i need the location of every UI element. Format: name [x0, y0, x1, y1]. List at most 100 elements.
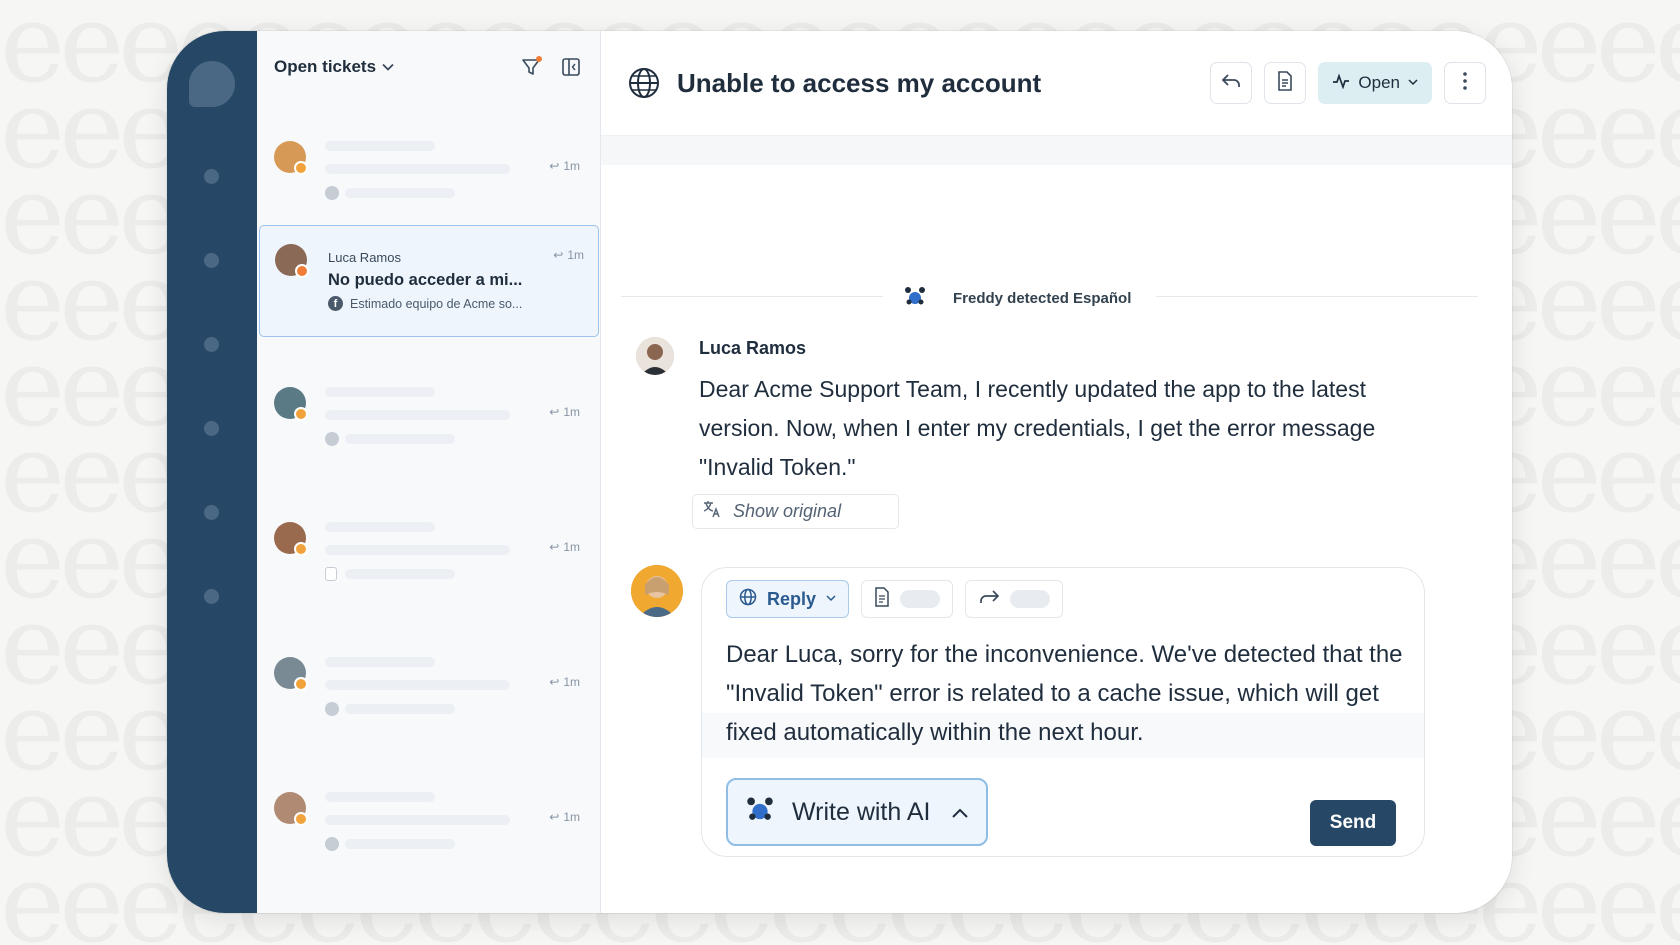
ticket-list-item[interactable]: ↩ 1m — [257, 629, 600, 741]
tab-label-placeholder — [1010, 590, 1051, 608]
globe-icon — [627, 66, 661, 100]
more-vertical-icon — [1462, 71, 1468, 96]
facebook-icon: f — [328, 296, 343, 311]
ticket-list-item[interactable]: ↩ 1m — [257, 764, 600, 876]
skeleton-line — [345, 434, 455, 444]
status-badge — [295, 264, 309, 278]
show-original-label: Show original — [733, 501, 842, 521]
agent-avatar — [631, 565, 683, 617]
filter-active-dot — [536, 56, 542, 62]
status-badge — [294, 161, 308, 175]
freddy-ai-icon — [746, 796, 774, 829]
ticket-time: ↩ 1m — [549, 405, 580, 419]
status-dropdown[interactable]: Open — [1318, 62, 1432, 104]
reply-composer: Reply Dear Luca, sorry for the inconveni… — [701, 567, 1425, 857]
status-label: Open — [1358, 73, 1400, 92]
write-with-ai-label: Write with AI — [792, 797, 931, 826]
reply-arrow-icon: ↩ — [549, 159, 560, 173]
facebook-icon — [325, 186, 339, 200]
ticket-time: ↩ 1m — [553, 248, 584, 262]
facebook-icon — [325, 837, 339, 851]
skeleton-line — [325, 680, 510, 690]
status-badge — [294, 812, 308, 826]
customer-avatar — [636, 337, 674, 375]
message-body: Dear Acme Support Team, I recently updat… — [699, 376, 1376, 480]
app-window: Open tickets ↩ 1m Luca Ramos No puedo ac… — [167, 31, 1512, 913]
skeleton-line — [325, 410, 510, 420]
reply-arrow-icon: ↩ — [549, 675, 560, 689]
forward-icon — [978, 589, 1000, 610]
tab-label-placeholder — [900, 590, 941, 608]
add-note-tab[interactable] — [861, 580, 954, 618]
nav-item[interactable] — [204, 589, 219, 604]
language-detection-divider: Freddy detected Español — [621, 286, 1478, 307]
ticket-list-item[interactable]: ↩ 1m — [257, 359, 600, 471]
ticket-subject: No puedo acceder a mi... — [328, 271, 523, 289]
chevron-down-icon — [826, 593, 836, 605]
notes-button[interactable] — [1264, 62, 1307, 104]
ticket-preview: f Estimado equipo de Acme so... — [328, 296, 522, 311]
divider-line — [621, 296, 883, 297]
skeleton-line — [345, 569, 455, 579]
reply-button[interactable] — [1210, 62, 1253, 104]
chevron-up-icon — [952, 802, 968, 823]
sidebar-toggle-icon[interactable] — [560, 56, 582, 78]
reply-mode-label: Reply — [767, 588, 817, 609]
skeleton-line — [325, 387, 435, 397]
divider-line — [1156, 296, 1478, 297]
ticket-list-header: Open tickets — [257, 31, 600, 103]
more-options-button[interactable] — [1444, 62, 1486, 104]
message-sender: Luca Ramos — [699, 338, 807, 358]
forward-tab[interactable] — [965, 580, 1064, 618]
web-icon — [325, 702, 339, 716]
reply-arrow-icon: ↩ — [549, 405, 560, 419]
ticket-time: ↩ 1m — [549, 675, 580, 689]
ticket-preview-text: Estimado equipo de Acme so... — [350, 296, 523, 311]
filter-icon[interactable] — [520, 56, 542, 78]
chevron-down-icon — [1408, 77, 1418, 89]
ticket-time: ↩ 1m — [549, 540, 580, 554]
nav-item[interactable] — [204, 337, 219, 352]
skeleton-line — [325, 545, 510, 555]
app-logo[interactable] — [189, 61, 235, 107]
globe-icon — [739, 588, 757, 611]
skeleton-line — [325, 164, 510, 174]
chat-icon — [325, 432, 339, 446]
skeleton-line — [325, 522, 435, 532]
header-divider — [601, 135, 1512, 165]
ticket-list: Open tickets ↩ 1m Luca Ramos No puedo ac… — [257, 31, 601, 913]
show-original-button[interactable]: Show original — [692, 494, 899, 529]
ticket-view-selector[interactable]: Open tickets — [274, 57, 394, 77]
nav-item[interactable] — [204, 169, 219, 184]
mobile-icon — [325, 567, 337, 581]
status-badge — [294, 407, 308, 421]
status-badge — [294, 677, 308, 691]
ticket-list-item[interactable]: ↩ 1m — [257, 111, 600, 223]
nav-item[interactable] — [204, 505, 219, 520]
nav-rail — [167, 31, 257, 913]
ticket-time: ↩ 1m — [549, 159, 580, 173]
skeleton-line — [325, 657, 435, 667]
reply-text-editor[interactable]: Dear Luca, sorry for the inconvenience. … — [726, 635, 1426, 752]
reply-arrow-icon: ↩ — [549, 810, 560, 824]
chevron-down-icon — [382, 60, 394, 74]
skeleton-line — [345, 188, 455, 198]
reply-arrow-icon — [1221, 73, 1241, 94]
reply-arrow-icon: ↩ — [553, 248, 564, 262]
ticket-time: ↩ 1m — [549, 810, 580, 824]
freddy-ai-icon — [904, 286, 926, 310]
write-with-ai-button[interactable]: Write with AI — [726, 778, 988, 846]
notes-icon — [1277, 70, 1293, 96]
skeleton-line — [345, 704, 455, 714]
send-button[interactable]: Send — [1310, 800, 1396, 846]
status-badge — [294, 542, 308, 556]
ticket-requester-name: Luca Ramos — [328, 250, 401, 265]
ticket-header: Unable to access my account Open — [601, 31, 1512, 135]
skeleton-line — [325, 792, 435, 802]
ticket-list-item-active[interactable]: Luca Ramos No puedo acceder a mi... f Es… — [259, 225, 599, 337]
reply-mode-dropdown[interactable]: Reply — [726, 580, 850, 618]
activity-icon — [1332, 72, 1350, 94]
nav-item[interactable] — [204, 421, 219, 436]
ticket-list-item[interactable]: ↩ 1m — [257, 494, 600, 606]
nav-item[interactable] — [204, 253, 219, 268]
